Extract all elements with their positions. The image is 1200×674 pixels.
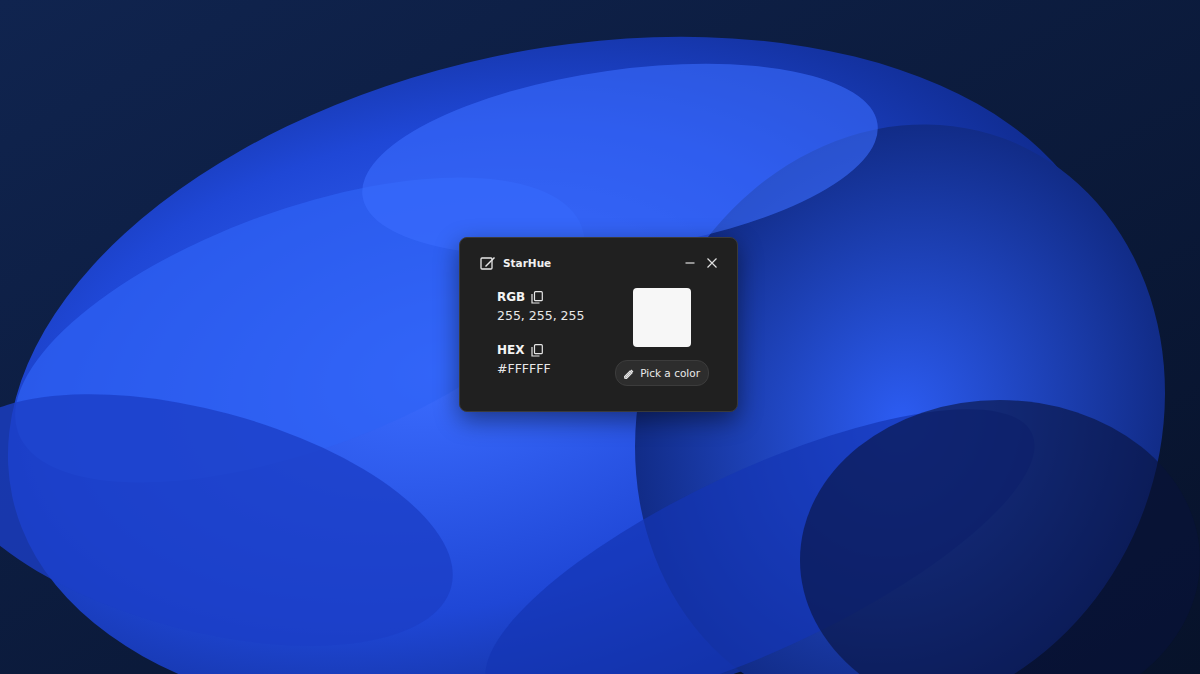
value-list: RGB 255, 255, 255 HEX #FFFFFF: [497, 288, 584, 386]
title-bar: StarHue: [460, 238, 737, 288]
close-button[interactable]: [705, 256, 719, 270]
field-value: #FFFFFF: [497, 361, 584, 376]
pick-color-label: Pick a color: [640, 367, 700, 379]
app-logo-icon: [480, 255, 496, 271]
copy-icon: [531, 291, 543, 304]
field-label: HEX: [497, 343, 525, 357]
window-controls: [683, 256, 719, 270]
pick-color-button[interactable]: Pick a color: [615, 360, 709, 386]
preview-column: Pick a color: [615, 288, 709, 386]
color-swatch: [633, 288, 691, 347]
field-header: RGB: [497, 290, 584, 304]
color-field: RGB 255, 255, 255: [497, 290, 584, 323]
window-title: StarHue: [503, 257, 676, 269]
copy-button[interactable]: [531, 291, 543, 304]
close-icon: [706, 257, 718, 269]
minimize-icon: [684, 257, 696, 269]
eyedropper-icon: [624, 368, 635, 379]
content: RGB 255, 255, 255 HEX #FFFFFF Pick a color: [460, 288, 737, 406]
field-header: HEX: [497, 343, 584, 357]
copy-icon: [531, 344, 543, 357]
app-window: StarHue RGB 255, 255, 255 HEX #FFFFFF Pick a …: [459, 237, 738, 412]
color-field: HEX #FFFFFF: [497, 343, 584, 376]
field-label: RGB: [497, 290, 525, 304]
minimize-button[interactable]: [683, 256, 697, 270]
copy-button[interactable]: [531, 344, 543, 357]
field-value: 255, 255, 255: [497, 308, 584, 323]
desktop: StarHue RGB 255, 255, 255 HEX #FFFFFF Pick a …: [0, 0, 1200, 674]
